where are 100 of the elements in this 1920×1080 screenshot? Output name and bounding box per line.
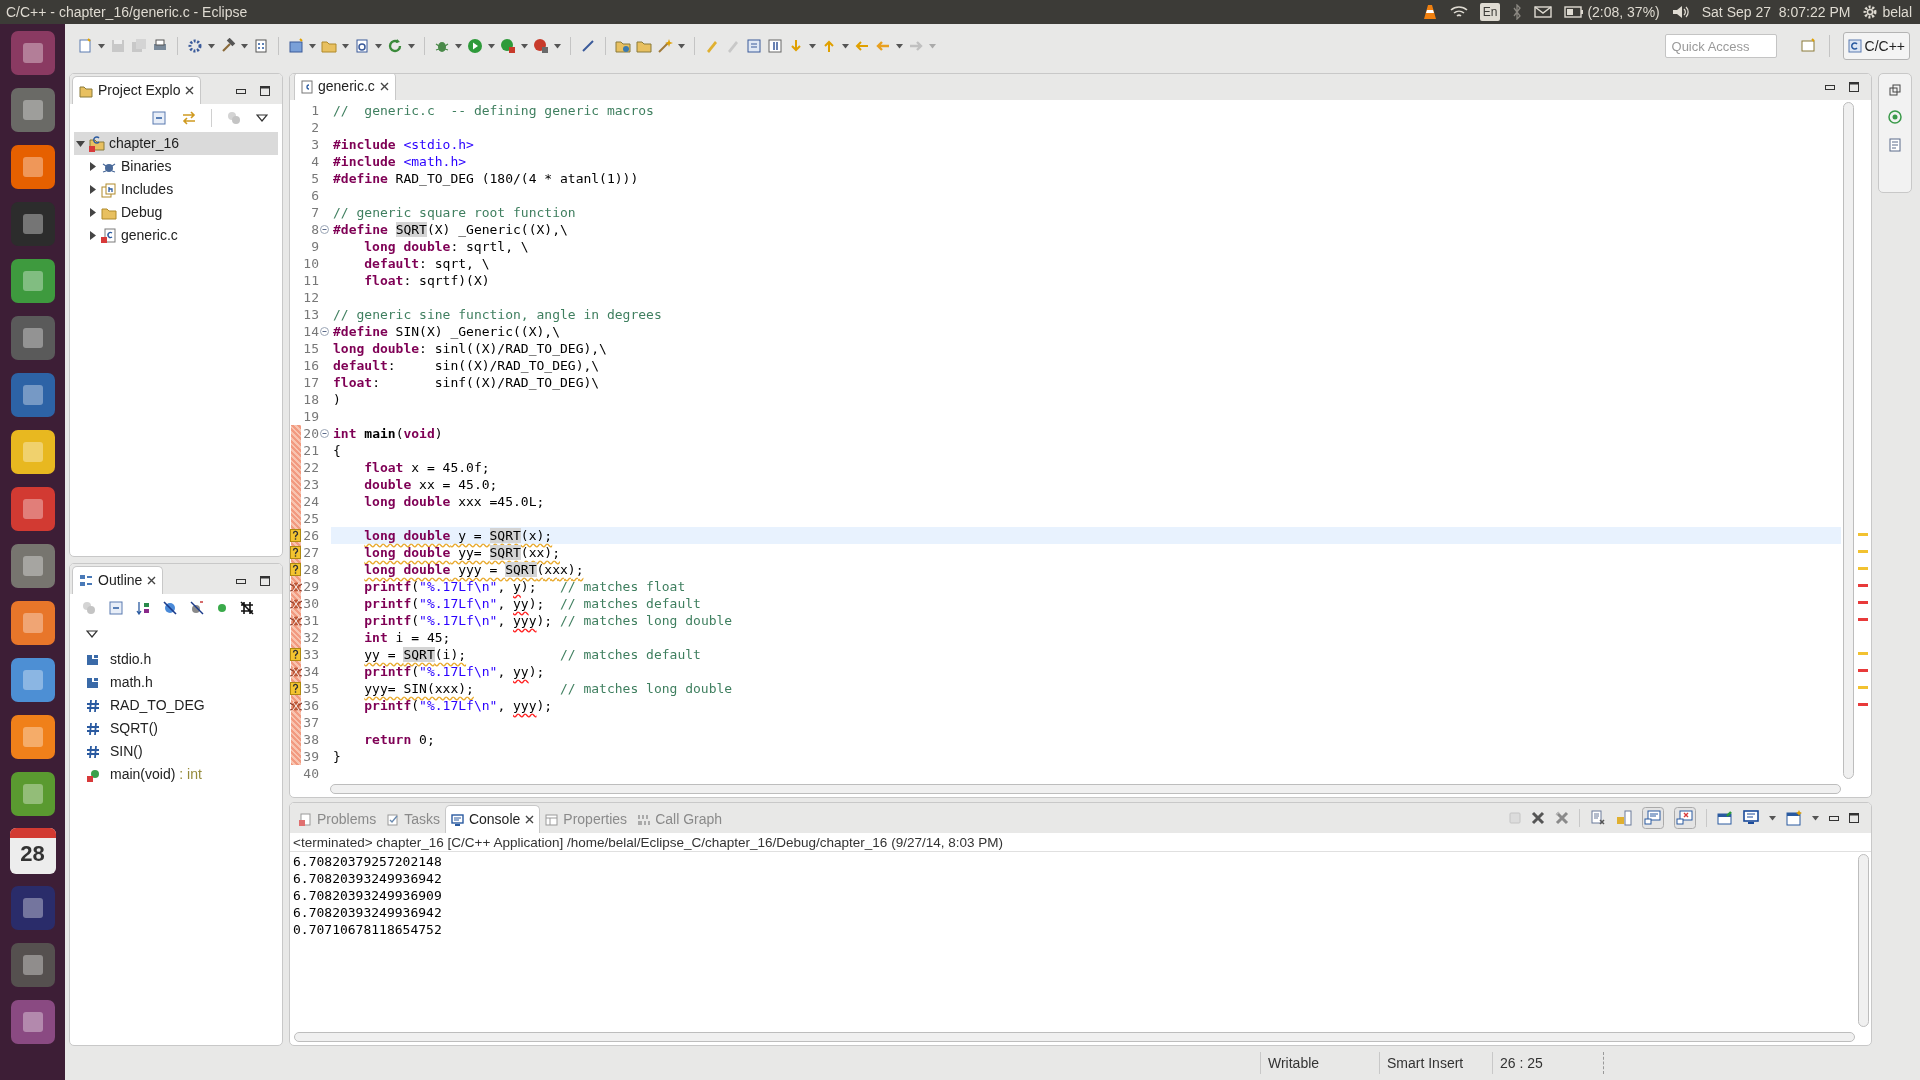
overview-marker[interactable] bbox=[1858, 685, 1868, 689]
restore-icon[interactable] bbox=[1889, 84, 1901, 96]
app-launcher-icon[interactable] bbox=[9, 429, 56, 475]
close-icon[interactable] bbox=[525, 815, 535, 824]
caret-icon[interactable] bbox=[842, 43, 849, 49]
sort-icon[interactable] bbox=[136, 601, 150, 615]
caret-icon[interactable] bbox=[375, 43, 382, 49]
close-icon[interactable] bbox=[379, 82, 389, 91]
traffic-cone-icon[interactable] bbox=[1421, 3, 1438, 21]
caret-icon[interactable] bbox=[309, 43, 316, 49]
overview-marker[interactable] bbox=[1858, 567, 1868, 571]
app-launcher-icon[interactable] bbox=[9, 372, 56, 418]
bluetooth-icon[interactable] bbox=[1512, 4, 1523, 20]
remove-all-icon[interactable] bbox=[1555, 811, 1569, 825]
collapsed-arrow-icon[interactable] bbox=[88, 162, 97, 171]
target-icon[interactable] bbox=[1888, 110, 1902, 124]
show-stdout-icon[interactable] bbox=[1642, 807, 1664, 829]
app-launcher-icon[interactable] bbox=[9, 714, 56, 760]
new-source-icon[interactable] bbox=[354, 38, 370, 54]
app-launcher-icon[interactable] bbox=[9, 315, 56, 361]
app-launcher-icon[interactable] bbox=[9, 543, 56, 589]
run-tools-icon[interactable] bbox=[500, 38, 516, 54]
project-explorer-tab[interactable]: Project Explo bbox=[72, 76, 202, 104]
overview-marker[interactable] bbox=[1858, 618, 1868, 622]
collapse-all-icon[interactable] bbox=[109, 601, 123, 615]
overview-marker[interactable] bbox=[1858, 550, 1868, 554]
collapsed-arrow-icon[interactable] bbox=[88, 185, 97, 194]
outline-item[interactable]: math.h bbox=[86, 671, 282, 694]
app-launcher-icon[interactable] bbox=[9, 942, 56, 988]
caret-icon[interactable] bbox=[896, 43, 903, 49]
caret-icon[interactable] bbox=[342, 43, 349, 49]
maximize-icon[interactable] bbox=[260, 576, 270, 586]
maximize-icon[interactable] bbox=[1849, 82, 1859, 92]
app-launcher-icon[interactable] bbox=[9, 600, 56, 646]
app-launcher-icon[interactable] bbox=[9, 771, 56, 817]
pin-console-icon[interactable] bbox=[1717, 810, 1733, 826]
maximize-icon[interactable] bbox=[260, 86, 270, 96]
refresh-icon[interactable] bbox=[387, 38, 403, 54]
remove-launch-icon[interactable] bbox=[1531, 811, 1545, 825]
minimize-icon[interactable] bbox=[1825, 84, 1835, 90]
close-icon[interactable] bbox=[185, 86, 195, 95]
view-menu-icon[interactable] bbox=[256, 114, 268, 122]
paragraph-icon[interactable] bbox=[767, 38, 783, 54]
app-launcher-icon[interactable] bbox=[9, 486, 56, 532]
minimize-icon[interactable] bbox=[236, 578, 246, 584]
circle-icon[interactable] bbox=[217, 603, 227, 613]
app-launcher-icon[interactable] bbox=[9, 657, 56, 703]
outline-item[interactable]: main(void) : int bbox=[86, 763, 282, 786]
tree-item[interactable]: Binaries bbox=[86, 155, 278, 178]
app-launcher-icon[interactable] bbox=[9, 258, 56, 304]
vertical-scrollbar[interactable] bbox=[1857, 854, 1869, 1027]
caret-icon[interactable] bbox=[809, 43, 816, 49]
horizontal-scrollbar[interactable] bbox=[294, 1032, 1855, 1042]
gear-icon[interactable] bbox=[1862, 4, 1879, 20]
vertical-scrollbar[interactable] bbox=[1842, 102, 1854, 779]
caret-icon[interactable] bbox=[408, 43, 415, 49]
caret-icon[interactable] bbox=[455, 43, 462, 49]
caret-icon[interactable] bbox=[1769, 815, 1776, 821]
overview-marker[interactable] bbox=[1858, 668, 1868, 672]
fold-icon[interactable] bbox=[320, 327, 329, 336]
caret-icon[interactable] bbox=[98, 43, 105, 49]
clock[interactable]: Sat Sep 27 8:07:22 PM bbox=[1701, 1, 1851, 23]
app-launcher-icon[interactable] bbox=[9, 30, 56, 76]
caret-icon[interactable] bbox=[208, 43, 215, 49]
document-icon[interactable] bbox=[1889, 138, 1901, 152]
hammer-icon[interactable] bbox=[220, 38, 236, 54]
expanded-arrow-icon[interactable] bbox=[76, 139, 85, 148]
app-launcher-icon[interactable] bbox=[9, 144, 56, 190]
editor-tab[interactable]: generic.c bbox=[294, 74, 396, 100]
overview-marker[interactable] bbox=[1858, 702, 1868, 706]
wifi-icon[interactable] bbox=[1449, 5, 1468, 19]
outline-item[interactable]: SQRT() bbox=[86, 717, 282, 740]
overview-marker[interactable] bbox=[1858, 533, 1868, 537]
horizontal-scrollbar[interactable] bbox=[330, 784, 1841, 794]
wand-icon[interactable] bbox=[657, 38, 673, 54]
quick-access-field[interactable]: Quick Access bbox=[1664, 34, 1777, 58]
run-icon[interactable] bbox=[467, 38, 483, 54]
show-stderr-icon[interactable] bbox=[1674, 807, 1696, 829]
collapsed-arrow-icon[interactable] bbox=[88, 208, 97, 217]
tree-item[interactable]: chapter_16 bbox=[74, 132, 278, 155]
outline-item[interactable]: RAD_TO_DEG bbox=[86, 694, 282, 717]
fold-icon[interactable] bbox=[320, 429, 329, 438]
app-launcher-icon[interactable] bbox=[9, 999, 56, 1045]
tree-item[interactable]: generic.c bbox=[86, 224, 278, 247]
speaker-icon[interactable] bbox=[1671, 5, 1690, 19]
outline-item[interactable]: SIN() bbox=[86, 740, 282, 763]
keyboard-layout-indicator[interactable]: En bbox=[1479, 3, 1501, 21]
binary-file-icon[interactable] bbox=[253, 38, 269, 54]
new-project-icon[interactable] bbox=[288, 38, 304, 54]
mail-icon[interactable] bbox=[1534, 6, 1553, 18]
caret-icon[interactable] bbox=[678, 43, 685, 49]
battery-status[interactable]: (2:08, 37%) bbox=[1587, 1, 1660, 23]
open-folder-icon[interactable] bbox=[615, 38, 631, 54]
hide-static-icon[interactable] bbox=[190, 601, 204, 615]
user-name[interactable]: belal bbox=[1882, 1, 1912, 23]
overview-marker[interactable] bbox=[1858, 601, 1868, 605]
tree-item[interactable]: Includes bbox=[86, 178, 278, 201]
stop-icon[interactable] bbox=[533, 38, 549, 54]
maximize-icon[interactable] bbox=[1849, 813, 1859, 823]
overview-marker[interactable] bbox=[1858, 584, 1868, 588]
